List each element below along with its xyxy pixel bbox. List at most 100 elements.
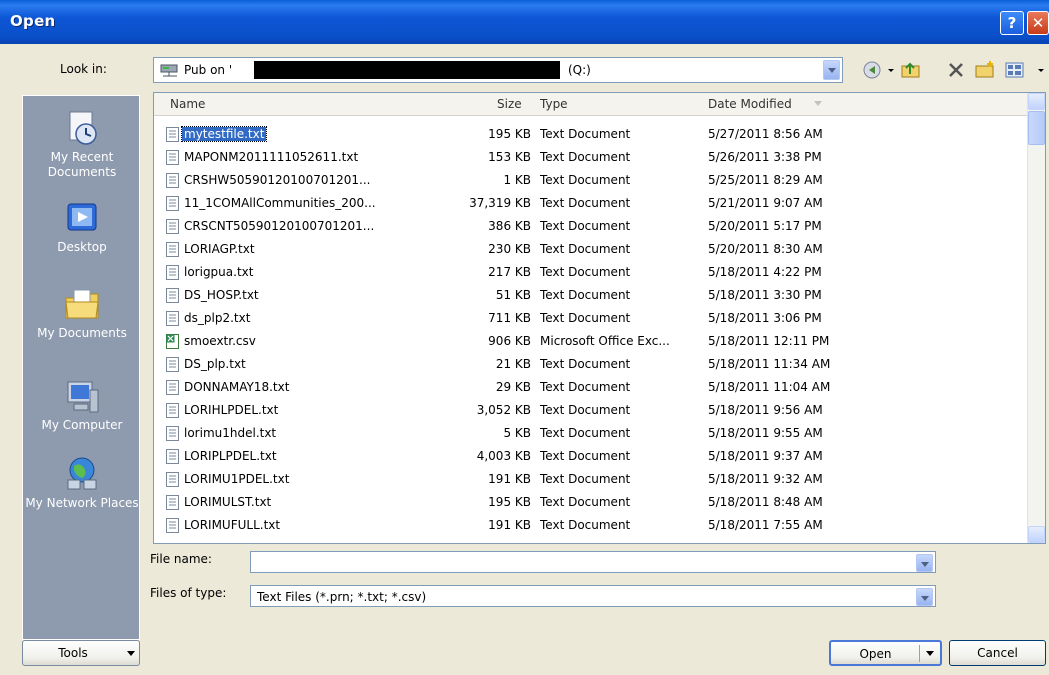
- back-icon[interactable]: [862, 60, 884, 80]
- open-split-divider: [919, 645, 920, 662]
- place-label: Desktop: [57, 240, 107, 254]
- file-type: Text Document: [540, 472, 631, 486]
- tools-label: Tools: [58, 646, 88, 660]
- file-size: 195 KB: [488, 127, 531, 141]
- file-type: Text Document: [540, 173, 631, 187]
- column-header-name[interactable]: Name: [170, 97, 205, 111]
- place-label: My Documents: [37, 326, 127, 340]
- file-row[interactable]: 11_1COMAllCommunities_200... 37,319 KB Tex…: [154, 192, 1024, 215]
- title-bar[interactable]: Open ? ✕: [0, 0, 1049, 44]
- file-type-dropdown-arrow[interactable]: [916, 588, 933, 606]
- text-file-icon: [166, 150, 179, 165]
- file-date-modified: 5/18/2011 3:30 PM: [708, 288, 822, 302]
- file-name: LORIMU1PDEL.txt: [184, 472, 290, 486]
- file-row[interactable]: LORIMULST.txt 195 KB Text Document 5/18/201…: [154, 491, 1024, 514]
- sort-arrow-icon: [814, 101, 822, 106]
- file-name-dropdown-arrow[interactable]: [916, 554, 933, 572]
- file-type: Text Document: [540, 288, 631, 302]
- file-type: Text Document: [540, 265, 631, 279]
- file-row[interactable]: LORIPLPDEL.txt 4,003 KB Text Document 5/18/…: [154, 445, 1024, 468]
- file-size: 191 KB: [488, 518, 531, 532]
- text-file-icon: [166, 173, 179, 188]
- close-button[interactable]: ✕: [1027, 11, 1049, 35]
- file-row[interactable]: CRSCNT50590120100701201... 386 KB Text Doc…: [154, 215, 1024, 238]
- file-type: Text Document: [540, 449, 631, 463]
- look-in-dropdown-arrow[interactable]: [823, 60, 840, 80]
- file-name: CRSCNT50590120100701201...: [184, 219, 375, 233]
- text-file-icon: [166, 127, 179, 142]
- place-my-computer[interactable]: My Computer: [23, 376, 141, 433]
- file-type: Text Document: [540, 242, 631, 256]
- recent-documents-icon: [69, 111, 97, 145]
- place-label: My Network Places: [25, 496, 139, 510]
- column-header-size[interactable]: Size: [497, 97, 522, 111]
- vertical-scrollbar[interactable]: [1027, 93, 1045, 543]
- text-file-icon: [166, 219, 179, 234]
- file-size: 217 KB: [488, 265, 531, 279]
- file-name-combo[interactable]: [250, 551, 936, 573]
- file-row[interactable]: CRSHW50590120100701201... 1 KB Text Docume…: [154, 169, 1024, 192]
- file-date-modified: 5/18/2011 8:48 AM: [708, 495, 823, 509]
- file-row[interactable]: lorigpua.txt 217 KB Text Document 5/18/2011…: [154, 261, 1024, 284]
- file-row[interactable]: LORIAGP.txt 230 KB Text Document 5/20/2011 …: [154, 238, 1024, 261]
- file-row[interactable]: LORIMU1PDEL.txt 191 KB Text Document 5/18/2…: [154, 468, 1024, 491]
- file-name: DS_plp.txt: [184, 357, 246, 371]
- look-in-value: Pub on ': [184, 63, 233, 77]
- file-row[interactable]: MAPONM2011111052611.txt 153 KB Text Docume…: [154, 146, 1024, 169]
- place-my-documents[interactable]: My Documents: [23, 284, 141, 341]
- file-row[interactable]: lorimu1hdel.txt 5 KB Text Document 5/18/201…: [154, 422, 1024, 445]
- file-name: lorigpua.txt: [184, 265, 254, 279]
- tools-button[interactable]: Tools: [22, 640, 140, 666]
- views-dropdown-icon[interactable]: [1036, 60, 1046, 80]
- file-name: LORIMUFULL.txt: [184, 518, 281, 532]
- place-my-network-places[interactable]: My Network Places: [23, 454, 141, 511]
- delete-icon[interactable]: [946, 60, 966, 80]
- file-row[interactable]: LORIMUFULL.txt 191 KB Text Document 5/18/20…: [154, 514, 1024, 537]
- file-size: 711 KB: [488, 311, 531, 325]
- file-row[interactable]: DS_HOSP.txt 51 KB Text Document 5/18/2011 3…: [154, 284, 1024, 307]
- file-list[interactable]: Name Size Type Date Modified mytestfile.…: [153, 92, 1046, 544]
- new-folder-icon[interactable]: [974, 60, 996, 80]
- file-date-modified: 5/26/2011 3:38 PM: [708, 150, 822, 164]
- help-button[interactable]: ?: [1000, 11, 1024, 35]
- file-date-modified: 5/18/2011 9:56 AM: [708, 403, 823, 417]
- file-date-modified: 5/20/2011 5:17 PM: [708, 219, 822, 233]
- file-row[interactable]: LORIHLPDEL.txt 3,052 KB Text Document 5/18/…: [154, 399, 1024, 422]
- place-label: My Recent Documents: [47, 150, 117, 179]
- place-desktop[interactable]: Desktop: [23, 198, 141, 255]
- place-my-recent-documents[interactable]: My Recent Documents: [23, 108, 141, 180]
- file-size: 1 KB: [503, 173, 531, 187]
- file-date-modified: 5/25/2011 8:29 AM: [708, 173, 823, 187]
- file-type-select[interactable]: Text Files (*.prn; *.txt; *.csv): [250, 585, 936, 607]
- look-in-label: Look in:: [60, 62, 107, 76]
- views-icon[interactable]: [1004, 60, 1026, 80]
- file-row[interactable]: mytestfile.txt 195 KB Text Document 5/27/20…: [154, 123, 1024, 146]
- scroll-thumb[interactable]: [1028, 111, 1045, 145]
- file-name: LORIPLPDEL.txt: [184, 449, 277, 463]
- open-button[interactable]: Open: [829, 640, 942, 666]
- up-one-level-icon[interactable]: [900, 60, 922, 80]
- file-row[interactable]: DONNAMAY18.txt 29 KB Text Document 5/18/201…: [154, 376, 1024, 399]
- cancel-button[interactable]: Cancel: [949, 640, 1046, 666]
- file-date-modified: 5/18/2011 9:32 AM: [708, 472, 823, 486]
- file-size: 29 KB: [495, 380, 531, 394]
- file-date-modified: 5/18/2011 12:11 PM: [708, 334, 830, 348]
- open-dropdown-icon[interactable]: [926, 651, 934, 656]
- desktop-icon: [67, 203, 97, 231]
- file-type: Text Document: [540, 403, 631, 417]
- column-header-date-modified[interactable]: Date Modified: [708, 97, 792, 111]
- file-name: DS_HOSP.txt: [184, 288, 259, 302]
- column-header-type[interactable]: Type: [540, 97, 568, 111]
- file-type: Text Document: [540, 196, 631, 210]
- file-row[interactable]: smoextr.csv 906 KB Microsoft Office Exc...…: [154, 330, 1024, 353]
- look-in-drive: (Q:): [568, 63, 591, 77]
- file-row[interactable]: DS_plp.txt 21 KB Text Document 5/18/2011 11…: [154, 353, 1024, 376]
- back-dropdown-icon[interactable]: [886, 60, 896, 80]
- file-row[interactable]: ds_plp2.txt 711 KB Text Document 5/18/2011 …: [154, 307, 1024, 330]
- look-in-combo[interactable]: Pub on ' (Q:): [153, 57, 843, 83]
- scroll-down-button[interactable]: [1028, 526, 1045, 543]
- file-name: 11_1COMAllCommunities_200...: [184, 196, 376, 210]
- network-drive-icon: [160, 64, 178, 77]
- file-type: Text Document: [540, 127, 631, 141]
- scroll-up-button[interactable]: [1028, 93, 1045, 110]
